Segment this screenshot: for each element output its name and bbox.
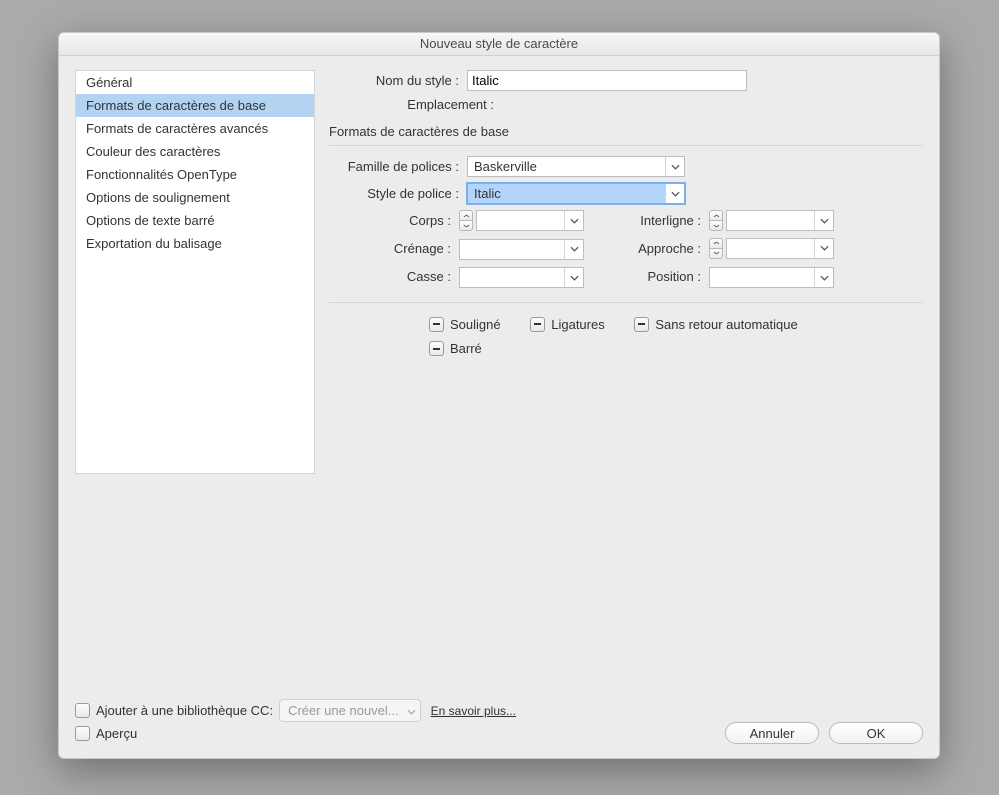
font-family-label: Famille de polices : xyxy=(329,159,467,174)
size-stepper[interactable] xyxy=(459,210,473,231)
position-label: Position : xyxy=(599,269,709,284)
sidebar-item-basic-formats[interactable]: Formats de caractères de base xyxy=(76,94,314,117)
underline-label: Souligné xyxy=(450,317,501,332)
stepper-up[interactable] xyxy=(459,210,473,220)
size-combo[interactable] xyxy=(476,210,584,231)
kerning-combo[interactable] xyxy=(459,239,584,260)
checkbox-icon xyxy=(75,726,90,741)
sidebar-item-color[interactable]: Couleur des caractères xyxy=(76,140,314,163)
sidebar-item-label: Général xyxy=(86,75,132,90)
sidebar-item-opentype[interactable]: Fonctionnalités OpenType xyxy=(76,163,314,186)
sidebar-item-label: Formats de caractères avancés xyxy=(86,121,268,136)
tracking-combo[interactable] xyxy=(726,238,834,259)
sidebar-item-label: Options de texte barré xyxy=(86,213,215,228)
position-combo[interactable] xyxy=(709,267,834,288)
location-label: Emplacement : xyxy=(329,97,502,112)
window-title: Nouveau style de caractère xyxy=(420,36,578,51)
preview-label: Aperçu xyxy=(96,726,137,741)
tracking-stepper[interactable] xyxy=(709,238,723,259)
main-panel: Nom du style : Emplacement : Formats de … xyxy=(315,70,923,636)
case-combo[interactable] xyxy=(459,267,584,288)
stepper-down[interactable] xyxy=(709,220,723,231)
chevron-down-icon xyxy=(564,268,583,287)
chevron-down-icon xyxy=(814,239,833,258)
cc-library-combo: Créer une nouvel... xyxy=(279,699,421,722)
sidebar-item-label: Formats de caractères de base xyxy=(86,98,266,113)
stepper-up[interactable] xyxy=(709,210,723,220)
separator xyxy=(329,145,923,146)
font-family-value: Baskerville xyxy=(468,157,665,176)
size-label: Corps : xyxy=(329,213,459,228)
add-cc-checkbox[interactable]: Ajouter à une bibliothèque CC: xyxy=(75,703,273,718)
style-name-label: Nom du style : xyxy=(329,73,467,88)
chevron-down-icon xyxy=(564,240,583,259)
ligatures-label: Ligatures xyxy=(551,317,604,332)
mixed-state-icon xyxy=(429,341,444,356)
titlebar: Nouveau style de caractère xyxy=(59,33,939,56)
add-cc-label: Ajouter à une bibliothèque CC: xyxy=(96,703,273,718)
chevron-down-icon xyxy=(564,211,583,230)
sidebar-item-underline[interactable]: Options de soulignement xyxy=(76,186,314,209)
font-style-label: Style de police : xyxy=(329,186,467,201)
kerning-label: Crénage : xyxy=(329,241,459,256)
chevron-down-icon xyxy=(814,211,833,230)
mixed-state-icon xyxy=(530,317,545,332)
ligatures-check[interactable]: Ligatures xyxy=(530,317,604,332)
sidebar-item-label: Exportation du balisage xyxy=(86,236,222,251)
category-sidebar: Général Formats de caractères de base Fo… xyxy=(75,70,315,474)
mixed-state-icon xyxy=(429,317,444,332)
strike-check[interactable]: Barré xyxy=(429,341,482,356)
tracking-label: Approche : xyxy=(599,241,709,256)
font-style-combo[interactable]: Italic xyxy=(467,183,685,204)
separator xyxy=(329,302,923,303)
mixed-state-icon xyxy=(634,317,649,332)
footer: Ajouter à une bibliothèque CC: Créer une… xyxy=(75,699,923,744)
case-label: Casse : xyxy=(329,269,459,284)
checkbox-icon xyxy=(75,703,90,718)
cancel-label: Annuler xyxy=(750,726,795,741)
cancel-button[interactable]: Annuler xyxy=(725,722,819,744)
stepper-down[interactable] xyxy=(709,248,723,259)
nobreak-label: Sans retour automatique xyxy=(655,317,797,332)
ok-button[interactable]: OK xyxy=(829,722,923,744)
chevron-down-icon xyxy=(814,268,833,287)
strike-label: Barré xyxy=(450,341,482,356)
sidebar-item-label: Options de soulignement xyxy=(86,190,230,205)
leading-combo[interactable] xyxy=(726,210,834,231)
sidebar-item-strikethrough[interactable]: Options de texte barré xyxy=(76,209,314,232)
stepper-up[interactable] xyxy=(709,238,723,248)
panel-title: Formats de caractères de base xyxy=(329,124,923,139)
style-name-input[interactable] xyxy=(467,70,747,91)
preview-checkbox[interactable]: Aperçu xyxy=(75,726,137,741)
chevron-down-icon xyxy=(407,703,416,718)
cc-library-value: Créer une nouvel... xyxy=(288,703,399,718)
font-style-value: Italic xyxy=(468,184,665,203)
sidebar-item-general[interactable]: Général xyxy=(76,71,314,94)
nobreak-check[interactable]: Sans retour automatique xyxy=(634,317,797,332)
learn-more-link[interactable]: En savoir plus... xyxy=(431,704,516,718)
stepper-down[interactable] xyxy=(459,220,473,231)
sidebar-item-label: Fonctionnalités OpenType xyxy=(86,167,237,182)
leading-label: Interligne : xyxy=(599,213,709,228)
sidebar-item-advanced-formats[interactable]: Formats de caractères avancés xyxy=(76,117,314,140)
ok-label: OK xyxy=(867,726,886,741)
dialog-window: Nouveau style de caractère Général Forma… xyxy=(58,32,940,759)
chevron-down-icon xyxy=(665,157,684,176)
underline-check[interactable]: Souligné xyxy=(429,317,501,332)
sidebar-item-label: Couleur des caractères xyxy=(86,144,220,159)
chevron-down-icon xyxy=(665,184,684,203)
leading-stepper[interactable] xyxy=(709,210,723,231)
sidebar-item-tagging[interactable]: Exportation du balisage xyxy=(76,232,314,255)
font-family-combo[interactable]: Baskerville xyxy=(467,156,685,177)
